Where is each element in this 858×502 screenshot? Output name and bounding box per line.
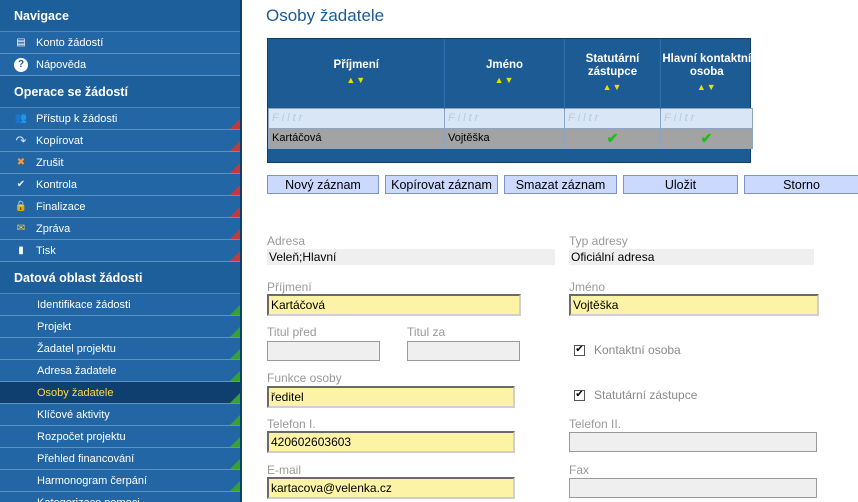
persons-grid: Příjmení ▲▼ Jméno ▲▼ Statutární zástupce ▲▼… xyxy=(267,38,753,163)
sidebar-item-zprava[interactable]: ✉ Zpráva xyxy=(0,218,240,240)
delete-record-button[interactable]: Smazat záznam xyxy=(504,175,617,194)
sidebar-item-harmonogram[interactable]: Harmonogram čerpání xyxy=(0,470,240,492)
fax-field[interactable] xyxy=(569,478,817,498)
titul-za-field[interactable] xyxy=(407,341,520,361)
adresa-value: Veleň;Hlavní xyxy=(267,249,555,265)
sidebar-item-kopirovat[interactable]: ↷ Kopírovat xyxy=(0,130,240,152)
sidebar-item-label: Zrušit xyxy=(36,156,64,169)
checkbox-checked-icon: ✔ xyxy=(574,344,585,356)
record-toolbar: Nový záznam Kopírovat záznam Smazat zázn… xyxy=(267,175,858,194)
sidebar-item-label: Kopírovat xyxy=(36,134,84,147)
cancel-button[interactable]: Storno xyxy=(744,175,858,194)
filter-jmeno[interactable]: Filtr xyxy=(444,107,565,129)
kontaktni-osoba-label: Kontaktní osoba xyxy=(594,343,681,357)
typ-adresy-label: Typ adresy xyxy=(569,234,628,248)
account-icon: ▤ xyxy=(16,37,26,48)
copy-record-button[interactable]: Kopírovat záznam xyxy=(385,175,498,194)
sidebar-item-label: Tisk xyxy=(36,244,56,257)
sort-arrows-icon[interactable]: ▲▼ xyxy=(445,74,564,87)
copy-arrow-icon: ↷ xyxy=(15,132,27,148)
prijmeni-field[interactable]: Kartáčová xyxy=(267,294,521,316)
fax-label: Fax xyxy=(569,463,590,477)
sidebar: Navigace ▤ Konto žádostí ? Nápověda Operac… xyxy=(0,0,242,502)
sidebar-item-label: Kontrola xyxy=(36,178,77,191)
typ-adresy-value: Oficiální adresa xyxy=(569,249,814,265)
column-header-statutarni[interactable]: Statutární zástupce ▲▼ xyxy=(564,39,661,108)
sidebar-item-identifikace[interactable]: Identifikace žádosti xyxy=(0,294,240,316)
sidebar-item-projekt[interactable]: Projekt xyxy=(0,316,240,338)
sidebar-item-konto-zadosti[interactable]: ▤ Konto žádostí xyxy=(0,32,240,54)
new-record-button[interactable]: Nový záznam xyxy=(267,175,379,194)
telefon2-field[interactable] xyxy=(569,432,817,452)
sidebar-item-label: Zpráva xyxy=(36,222,71,235)
column-header-kontaktni[interactable]: Hlavní kontaktní osoba ▲▼ xyxy=(661,39,753,108)
email-label: E-mail xyxy=(267,463,302,477)
sidebar-section-navigace: Navigace xyxy=(0,0,240,32)
telefon2-label: Telefon II. xyxy=(569,417,622,431)
sidebar-item-adresa[interactable]: Adresa žadatele xyxy=(0,360,240,382)
adresa-label: Adresa xyxy=(267,234,306,248)
statutarni-zastupce-label: Statutární zástupce xyxy=(594,388,698,402)
sidebar-item-zadatel[interactable]: Žadatel projektu xyxy=(0,338,240,360)
sidebar-item-kategorizace[interactable]: Kategorizace pomoci xyxy=(0,492,240,502)
sidebar-item-klicove-aktivity[interactable]: Klíčové aktivity xyxy=(0,404,240,426)
check-icon: ✔ xyxy=(564,127,661,149)
sidebar-item-label: Přístup k žádosti xyxy=(36,112,118,125)
sidebar-section-datova-oblast: Datová oblast žádosti xyxy=(0,262,240,294)
titul-pred-field[interactable] xyxy=(267,341,380,361)
funkce-field[interactable]: ředitel xyxy=(267,386,515,408)
titul-za-label: Titul za xyxy=(407,325,446,339)
users-icon: 👥 xyxy=(14,113,28,124)
sort-arrows-icon[interactable]: ▲▼ xyxy=(661,81,753,94)
titul-pred-label: Titul před xyxy=(267,325,317,339)
check-icon: ✔ xyxy=(660,127,753,149)
kontaktni-osoba-checkbox[interactable]: ✔ Kontaktní osoba xyxy=(574,343,681,357)
help-icon: ? xyxy=(14,57,28,72)
table-row[interactable]: Kartáčová Vojtěška ✔ ✔ xyxy=(268,127,753,149)
sidebar-item-rozpocet[interactable]: Rozpočet projektu xyxy=(0,426,240,448)
cell-jmeno: Vojtěška xyxy=(444,127,565,149)
sidebar-item-label: Konto žádostí xyxy=(36,36,104,49)
mail-icon: ✉ xyxy=(16,223,26,234)
lock-icon: 🔒 xyxy=(14,201,28,212)
cancel-icon: ✖ xyxy=(16,157,26,168)
print-icon: ▮ xyxy=(18,245,24,256)
filter-statutarni[interactable]: Filtr xyxy=(564,107,661,129)
sidebar-item-finalizace[interactable]: 🔒 Finalizace xyxy=(0,196,240,218)
sidebar-item-pristup[interactable]: 👥 Přístup k žádosti xyxy=(0,108,240,130)
save-button[interactable]: Uložit xyxy=(623,175,738,194)
sidebar-item-label: Finalizace xyxy=(36,200,86,213)
telefon1-field[interactable]: 420602603603 xyxy=(267,431,515,453)
sidebar-section-operace: Operace se žádostí xyxy=(0,76,240,108)
sidebar-item-osoby[interactable]: Osoby žadatele xyxy=(0,382,240,404)
jmeno-field[interactable]: Vojtěška xyxy=(569,294,819,316)
sort-arrows-icon[interactable]: ▲▼ xyxy=(269,74,445,87)
filter-kontaktni[interactable]: Filtr xyxy=(660,107,753,129)
sidebar-item-zrusit[interactable]: ✖ Zrušit xyxy=(0,152,240,174)
funkce-label: Funkce osoby xyxy=(267,371,342,385)
filter-prijmeni[interactable]: Filtr xyxy=(268,107,445,129)
statutarni-zastupce-checkbox[interactable]: ✔ Statutární zástupce xyxy=(574,388,697,402)
column-header-jmeno[interactable]: Jméno ▲▼ xyxy=(444,39,565,108)
sidebar-item-tisk[interactable]: ▮ Tisk xyxy=(0,240,240,262)
checkbox-checked-icon: ✔ xyxy=(574,389,585,401)
sidebar-item-label: Nápověda xyxy=(36,58,87,71)
sidebar-item-kontrola[interactable]: ✔ Kontrola xyxy=(0,174,240,196)
main-content: Osoby žadatele Příjmení ▲▼ Jméno ▲▼ Statut… xyxy=(244,0,858,502)
sidebar-item-prehled-financovani[interactable]: Přehled financování xyxy=(0,448,240,470)
jmeno-label: Jméno xyxy=(569,280,606,294)
sidebar-item-napoveda[interactable]: ? Nápověda xyxy=(0,54,240,76)
prijmeni-label: Příjmení xyxy=(267,280,312,294)
checkmark-icon: ✔ xyxy=(16,179,26,190)
sort-arrows-icon[interactable]: ▲▼ xyxy=(565,81,660,94)
email-field[interactable]: kartacova@velenka.cz xyxy=(267,477,515,499)
column-header-prijmeni[interactable]: Příjmení ▲▼ xyxy=(268,39,445,108)
telefon1-label: Telefon I. xyxy=(267,417,316,431)
page-title: Osoby žadatele xyxy=(266,6,385,25)
cell-prijmeni: Kartáčová xyxy=(268,127,445,149)
